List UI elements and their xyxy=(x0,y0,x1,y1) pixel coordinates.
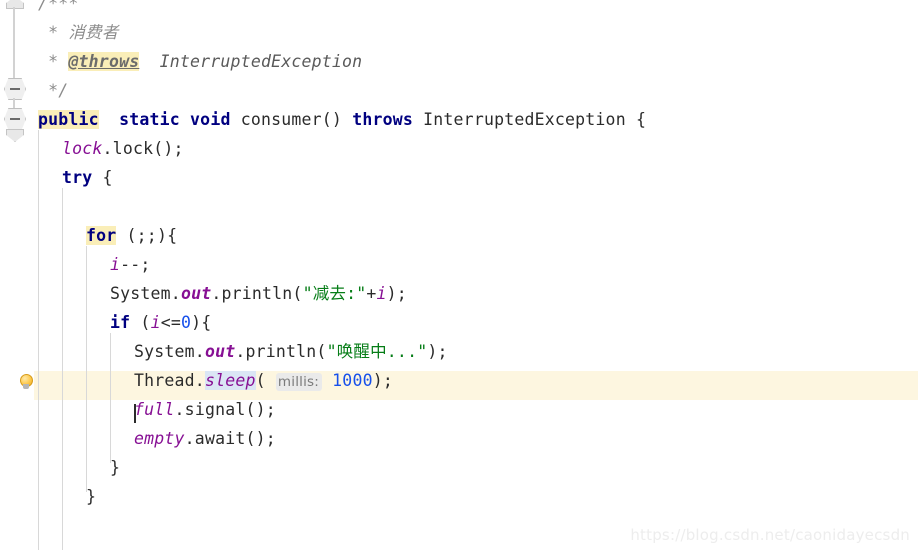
code-line[interactable]: i--; xyxy=(110,250,151,279)
code-token: /*** xyxy=(38,0,79,13)
code-line[interactable]: for (;;){ xyxy=(86,221,177,250)
code-token: if xyxy=(110,313,131,332)
code-token: "唤醒中..." xyxy=(326,342,428,361)
code-token: full xyxy=(134,400,175,419)
code-token: System. xyxy=(110,284,181,303)
code-token: static xyxy=(119,110,180,129)
code-token: ); xyxy=(372,371,393,390)
code-token: ( xyxy=(255,371,276,390)
code-token: .await(); xyxy=(184,429,276,448)
code-line[interactable]: try { xyxy=(62,163,113,192)
code-token: { xyxy=(92,168,113,187)
code-token: * 消费者 xyxy=(38,23,119,42)
code-token: void xyxy=(190,110,231,129)
code-line[interactable]: Thread.sleep( millis: 1000); xyxy=(134,366,393,395)
code-token: --; xyxy=(120,255,151,274)
text-caret xyxy=(134,404,136,423)
code-token: * xyxy=(38,52,69,71)
code-token: 1000 xyxy=(332,371,373,390)
code-token: out xyxy=(180,284,212,303)
fold-region-track xyxy=(13,98,15,109)
code-token: (;;){ xyxy=(116,226,178,245)
code-token: + xyxy=(366,284,377,303)
code-token: ( xyxy=(130,313,151,332)
code-line[interactable]: * @throws InterruptedException xyxy=(38,47,362,76)
code-token: for xyxy=(86,226,117,245)
code-token: ); xyxy=(427,342,448,361)
code-editor[interactable]: /*** * 消费者 * @throws InterruptedExceptio… xyxy=(0,0,918,550)
code-line[interactable]: public static void consumer() throws Int… xyxy=(38,105,646,134)
code-token: i xyxy=(376,284,387,303)
indent-guide xyxy=(110,333,111,463)
code-line[interactable]: } xyxy=(110,453,120,482)
code-token: "减去:" xyxy=(302,284,367,303)
code-line[interactable]: /*** xyxy=(38,0,79,18)
folding-gutter[interactable] xyxy=(0,0,34,550)
code-line[interactable]: System.out.println("唤醒中..."); xyxy=(134,337,448,366)
code-token: i xyxy=(150,313,161,332)
code-line[interactable]: * 消费者 xyxy=(38,18,119,47)
code-token: empty xyxy=(134,429,185,448)
code-token: sleep xyxy=(204,371,256,390)
code-token: @throws xyxy=(68,52,140,71)
indent-guide xyxy=(38,130,39,550)
code-token: 0 xyxy=(180,313,192,332)
code-token: i xyxy=(110,255,121,274)
fold-collapse-icon[interactable] xyxy=(4,78,26,100)
code-token: public xyxy=(38,110,99,129)
code-token: lock xyxy=(62,139,103,158)
fold-region-end-icon[interactable] xyxy=(6,0,24,9)
watermark: https://blog.csdn.net/caonidayecsdn xyxy=(630,526,910,544)
code-line[interactable]: if (i<=0){ xyxy=(110,308,211,337)
code-token: throws xyxy=(352,110,414,129)
code-token: } xyxy=(110,458,121,477)
code-token: */ xyxy=(38,81,69,100)
code-line[interactable]: System.out.println("减去:"+i); xyxy=(110,279,407,308)
indent-guide xyxy=(62,188,63,550)
code-token: out xyxy=(204,342,236,361)
code-token: ); xyxy=(386,284,407,303)
code-line[interactable]: full.signal(); xyxy=(134,395,276,424)
intention-bulb-icon[interactable] xyxy=(18,374,33,392)
parameter-hint: millis: xyxy=(275,373,323,391)
code-token: .println( xyxy=(211,284,303,303)
code-token: InterruptedException xyxy=(139,52,363,71)
fold-region-track xyxy=(13,7,15,87)
code-token: .lock(); xyxy=(102,139,184,158)
code-line[interactable]: lock.lock(); xyxy=(62,134,184,163)
code-token: InterruptedException { xyxy=(413,110,647,129)
code-line[interactable]: */ xyxy=(38,76,68,105)
code-token: .signal(); xyxy=(174,400,276,419)
code-token: Thread. xyxy=(134,371,205,390)
code-token: } xyxy=(86,487,97,506)
indent-guide xyxy=(86,246,87,492)
code-line[interactable]: empty.await(); xyxy=(134,424,276,453)
bulb-base xyxy=(22,384,29,389)
code-line[interactable]: } xyxy=(86,482,96,511)
fold-collapse-icon[interactable] xyxy=(4,108,26,130)
code-token: try xyxy=(62,168,93,187)
code-token: <= xyxy=(160,313,181,332)
code-token: ){ xyxy=(191,313,212,332)
fold-region-start-icon[interactable] xyxy=(6,129,24,142)
code-token: System. xyxy=(134,342,205,361)
code-token: .println( xyxy=(235,342,327,361)
code-token: consumer() xyxy=(230,110,353,129)
code-surface[interactable]: /*** * 消费者 * @throws InterruptedExceptio… xyxy=(34,0,918,550)
